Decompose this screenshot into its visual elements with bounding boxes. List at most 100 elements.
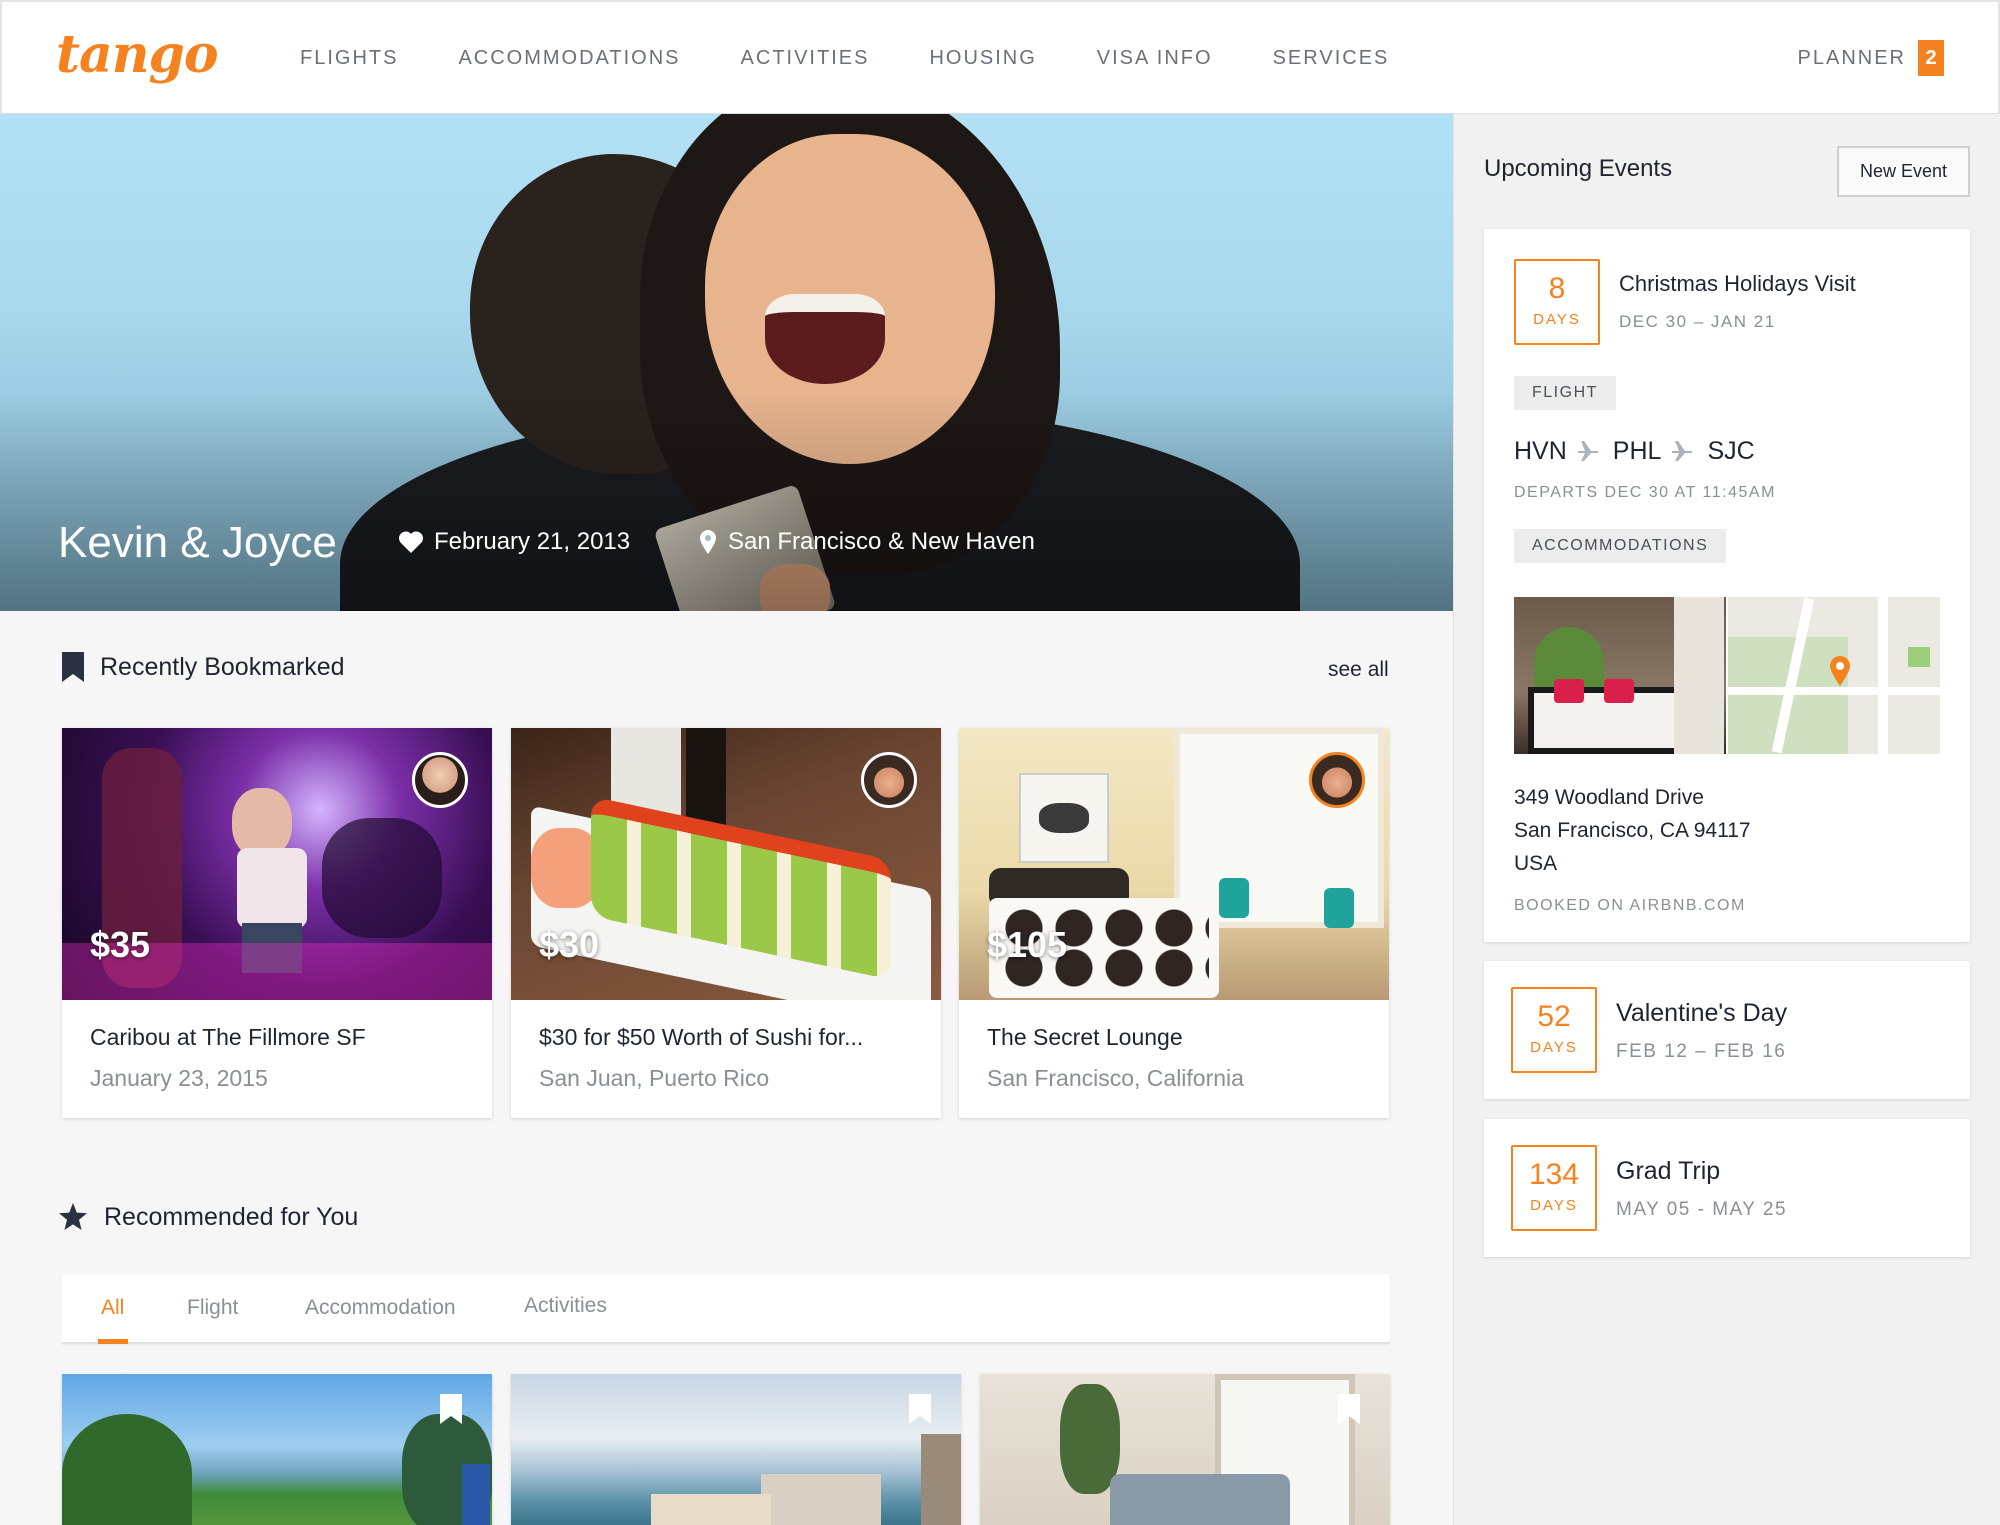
heart-icon [398,531,424,553]
user-avatar[interactable] [861,752,917,808]
address-line-1: 349 Woodland Drive [1514,786,1704,809]
recommendation-card-bedroom[interactable] [980,1374,1390,1525]
days-countdown: 134 DAYS [1511,1145,1597,1231]
card-subtitle: San Francisco, California [987,1065,1244,1091]
price-label: $35 [90,924,151,965]
nav-housing[interactable]: HOUSING [929,47,1036,70]
concert-photo: $35 [62,728,492,1000]
bookmark-card-concert[interactable]: $35 Caribou at The Fillmore SF January 2… [62,728,492,1118]
accommodation-map[interactable] [1728,597,1940,754]
active-tab-indicator [98,1339,128,1344]
price-label: $30 [539,924,600,965]
bookmark-card-lounge[interactable]: $105 The Secret Lounge San Francisco, Ca… [959,728,1389,1118]
bookmark-outline-icon [440,1394,462,1424]
planner-count-badge: 2 [1918,40,1944,76]
tab-activities[interactable]: Activities [524,1294,607,1318]
accommodation-address: 349 Woodland Drive San Francisco, CA 941… [1514,781,1751,880]
address-line-3: USA [1514,852,1558,875]
flight-route: HVN PHL SJC [1514,437,1755,466]
nav-activities[interactable]: ACTIVITIES [741,47,870,70]
event-card-valentines[interactable]: 52 DAYS Valentine's Day FEB 12 – FEB 16 [1484,961,1970,1099]
tab-flight[interactable]: Flight [187,1296,238,1320]
recently-bookmarked-title: Recently Bookmarked [100,652,345,681]
days-label: DAYS [1530,1197,1578,1214]
recommendation-card-city-beach[interactable] [511,1374,961,1525]
location-pin-icon [700,530,716,554]
sushi-photo: $30 [511,728,941,1000]
card-title: $30 for $50 Worth of Sushi for... [539,1024,864,1050]
planner-label: PLANNER [1797,46,1906,69]
planner-button[interactable]: PLANNER 2 [1798,40,1944,76]
bookmark-outline-icon [1338,1394,1360,1424]
event-card-christmas[interactable]: 8 DAYS Christmas Holidays Visit DEC 30 –… [1484,229,1970,942]
tango-logo[interactable]: tango [56,24,219,85]
accommodations-tag: ACCOMMODATIONS [1514,529,1727,563]
plane-icon [1672,440,1693,461]
days-label: DAYS [1530,1039,1578,1056]
route-stop: PHL [1612,437,1662,465]
card-subtitle: San Juan, Puerto Rico [539,1065,770,1091]
card-title: Caribou at The Fillmore SF [90,1024,366,1050]
nav-services[interactable]: SERVICES [1273,47,1390,70]
event-name: Grad Trip [1616,1157,1721,1185]
recommended-heading: Recommended for You [58,1202,358,1232]
event-name: Christmas Holidays Visit [1619,271,1856,296]
route-origin: HVN [1514,437,1567,465]
event-card-grad-trip[interactable]: 134 DAYS Grad Trip MAY 05 - MAY 25 [1484,1119,1970,1257]
see-all-link[interactable]: see all [1328,658,1389,682]
departure-time: DEPARTS DEC 30 AT 11:45AM [1514,484,1776,501]
card-title: The Secret Lounge [987,1024,1183,1050]
days-count: 52 [1537,1000,1571,1033]
price-label: $105 [987,924,1068,965]
star-icon [59,1203,87,1230]
address-line-2: San Francisco, CA 94117 [1514,819,1751,842]
anniversary-date: February 21, 2013 [398,528,630,556]
flight-tag: FLIGHT [1514,376,1616,410]
event-dates: DEC 30 – JAN 21 [1619,312,1776,331]
new-event-button[interactable]: New Event [1837,146,1970,197]
bookmark-outline-icon [909,1394,931,1424]
accommodation-room-photo[interactable] [1514,597,1726,754]
hero-gradient [0,391,1453,611]
event-name: Valentine's Day [1616,999,1788,1027]
hero-photo-smile [765,294,885,384]
main-menu: FLIGHTS ACCOMMODATIONS ACTIVITIES HOUSIN… [300,2,1449,114]
days-count: 134 [1528,1158,1580,1191]
bookmark-toggle[interactable] [909,1394,931,1429]
recently-bookmarked-heading: Recently Bookmarked [62,652,345,682]
days-label: DAYS [1533,311,1581,328]
card-subtitle: January 23, 2015 [90,1065,268,1091]
recommendation-tabs: All Flight Accommodation Activities [62,1274,1390,1344]
nav-flights[interactable]: FLIGHTS [300,47,398,70]
route-destination: SJC [1707,437,1755,465]
bookmark-card-sushi[interactable]: $30 $30 for $50 Worth of Sushi for... Sa… [511,728,941,1118]
user-avatar[interactable] [1309,752,1365,808]
days-countdown: 52 DAYS [1511,987,1597,1073]
accommodation-previews[interactable] [1514,597,1940,754]
recommended-title: Recommended for You [104,1202,359,1231]
tab-all[interactable]: All [101,1296,124,1320]
lounge-bedroom-photo: $105 [959,728,1389,1000]
bookmark-icon [62,652,84,682]
couple-location: San Francisco & New Haven [698,528,1035,556]
upcoming-events-title: Upcoming Events [1484,155,1673,182]
couple-location-text: San Francisco & New Haven [728,528,1035,555]
map-pin-icon [1830,656,1850,686]
plane-icon [1577,440,1599,461]
days-countdown: 8 DAYS [1514,259,1600,345]
couple-name: Kevin & Joyce [58,518,337,567]
tab-accommodation[interactable]: Accommodation [305,1296,456,1320]
hero-banner: Kevin & Joyce February 21, 2013 San Fran… [0,114,1453,611]
days-count: 8 [1548,272,1566,305]
event-dates: FEB 12 – FEB 16 [1616,1041,1787,1062]
bookmark-toggle[interactable] [1338,1394,1360,1429]
bookmark-toggle[interactable] [440,1394,462,1429]
user-avatar[interactable] [412,752,468,808]
booking-source: BOOKED ON AIRBNB.COM [1514,897,1746,914]
top-nav: tango FLIGHTS ACCOMMODATIONS ACTIVITIES … [0,0,2000,114]
recommendation-card-beach-resort[interactable] [62,1374,492,1525]
event-dates: MAY 05 - MAY 25 [1616,1199,1788,1220]
nav-visa-info[interactable]: VISA INFO [1097,47,1213,70]
anniversary-date-text: February 21, 2013 [434,528,631,555]
nav-accommodations[interactable]: ACCOMMODATIONS [458,47,680,70]
